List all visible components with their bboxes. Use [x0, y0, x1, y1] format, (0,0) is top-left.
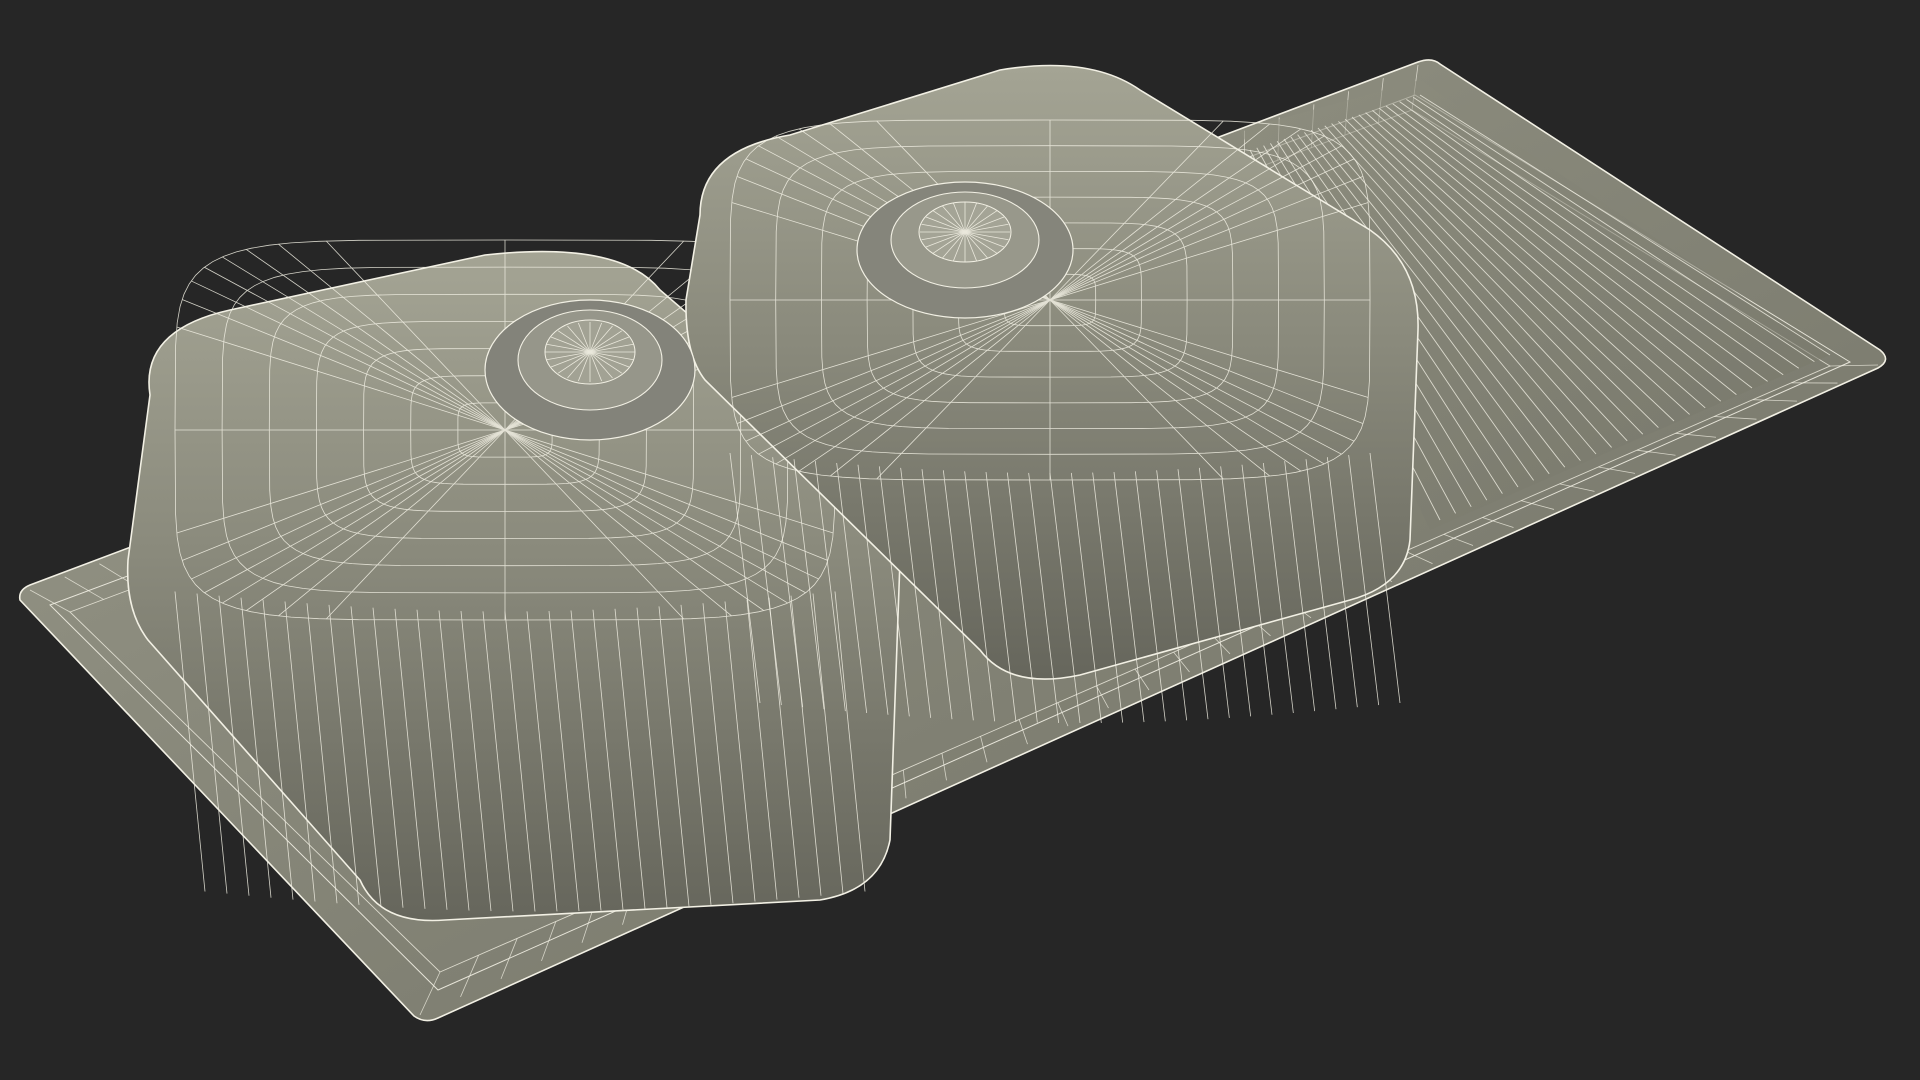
3d-viewport[interactable]	[0, 0, 1920, 1080]
left-drain	[484, 299, 696, 441]
right-drain	[856, 181, 1074, 319]
sink-wireframe-render	[18, 59, 1887, 1022]
